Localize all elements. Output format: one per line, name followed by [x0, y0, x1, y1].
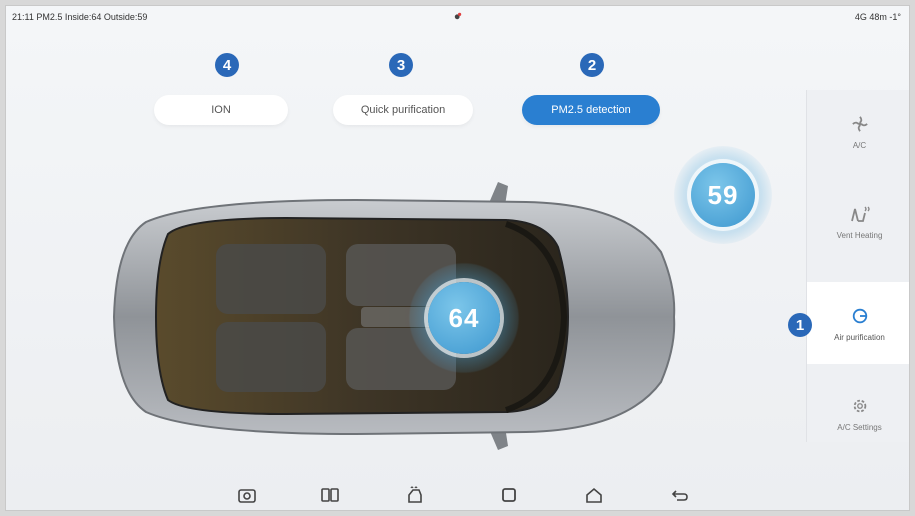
inside-pm25-ring: 64	[408, 262, 520, 374]
seat-heat-icon	[849, 203, 871, 225]
sidebar-item-label: A/C	[852, 140, 867, 150]
sidebar-item-ac-settings[interactable]: A/C Settings	[807, 372, 909, 454]
back-icon[interactable]	[669, 484, 691, 506]
sidebar-item-label: A/C Settings	[837, 422, 882, 432]
bottom-nav-bar	[6, 472, 909, 510]
badge-2: 2	[580, 53, 604, 77]
badge-4: 4	[215, 53, 239, 77]
car-wash-icon[interactable]	[404, 484, 426, 506]
status-text: 21:11 PM2.5 Inside:64 Outside:59	[12, 12, 148, 22]
pm25-detection-button[interactable]: PM2.5 detection	[522, 95, 660, 125]
sidebar-item-air-purification[interactable]: Air purification	[807, 282, 909, 364]
square-icon[interactable]	[498, 484, 520, 506]
outside-pm25-ring: 59	[674, 146, 772, 244]
sidebar-active-indicator	[909, 282, 910, 352]
sidebar-item-vent-heating[interactable]: Vent Heating	[807, 180, 909, 262]
outside-pm25-value: 59	[707, 179, 739, 210]
car-top-view	[112, 182, 676, 450]
status-bar: 21:11 PM2.5 Inside:64 Outside:59 4G 48m …	[6, 6, 909, 28]
split-screen-icon[interactable]	[319, 484, 341, 506]
badge-1: 1	[788, 313, 812, 337]
fan-icon	[849, 113, 871, 135]
sidebar-item-label: Air purification	[834, 332, 885, 342]
inside-pm25-bubble: 64	[428, 282, 500, 354]
sidebar: A/C Vent Heating Air purification A/C Se…	[806, 90, 910, 442]
sidebar-item-label: Vent Heating	[836, 230, 883, 240]
badge-3: 3	[389, 53, 413, 77]
sidebar-item-ac[interactable]: A/C	[807, 90, 909, 172]
camera-icon[interactable]	[236, 484, 258, 506]
outside-pm25-bubble: 59	[691, 163, 755, 227]
inside-pm25-value: 64	[448, 302, 480, 333]
notification-dot-icon	[454, 12, 462, 20]
quick-purification-button[interactable]: Quick purification	[333, 95, 473, 125]
status-right: 4G 48m -1°	[854, 12, 901, 22]
home-icon[interactable]	[583, 484, 605, 506]
air-purify-icon	[849, 305, 871, 327]
rear-seat-right	[216, 322, 326, 392]
ion-button[interactable]: ION	[154, 95, 288, 125]
settings-icon	[849, 395, 871, 417]
app-screen: 21:11 PM2.5 Inside:64 Outside:59 4G 48m …	[5, 5, 910, 511]
rear-seat-left	[216, 244, 326, 314]
